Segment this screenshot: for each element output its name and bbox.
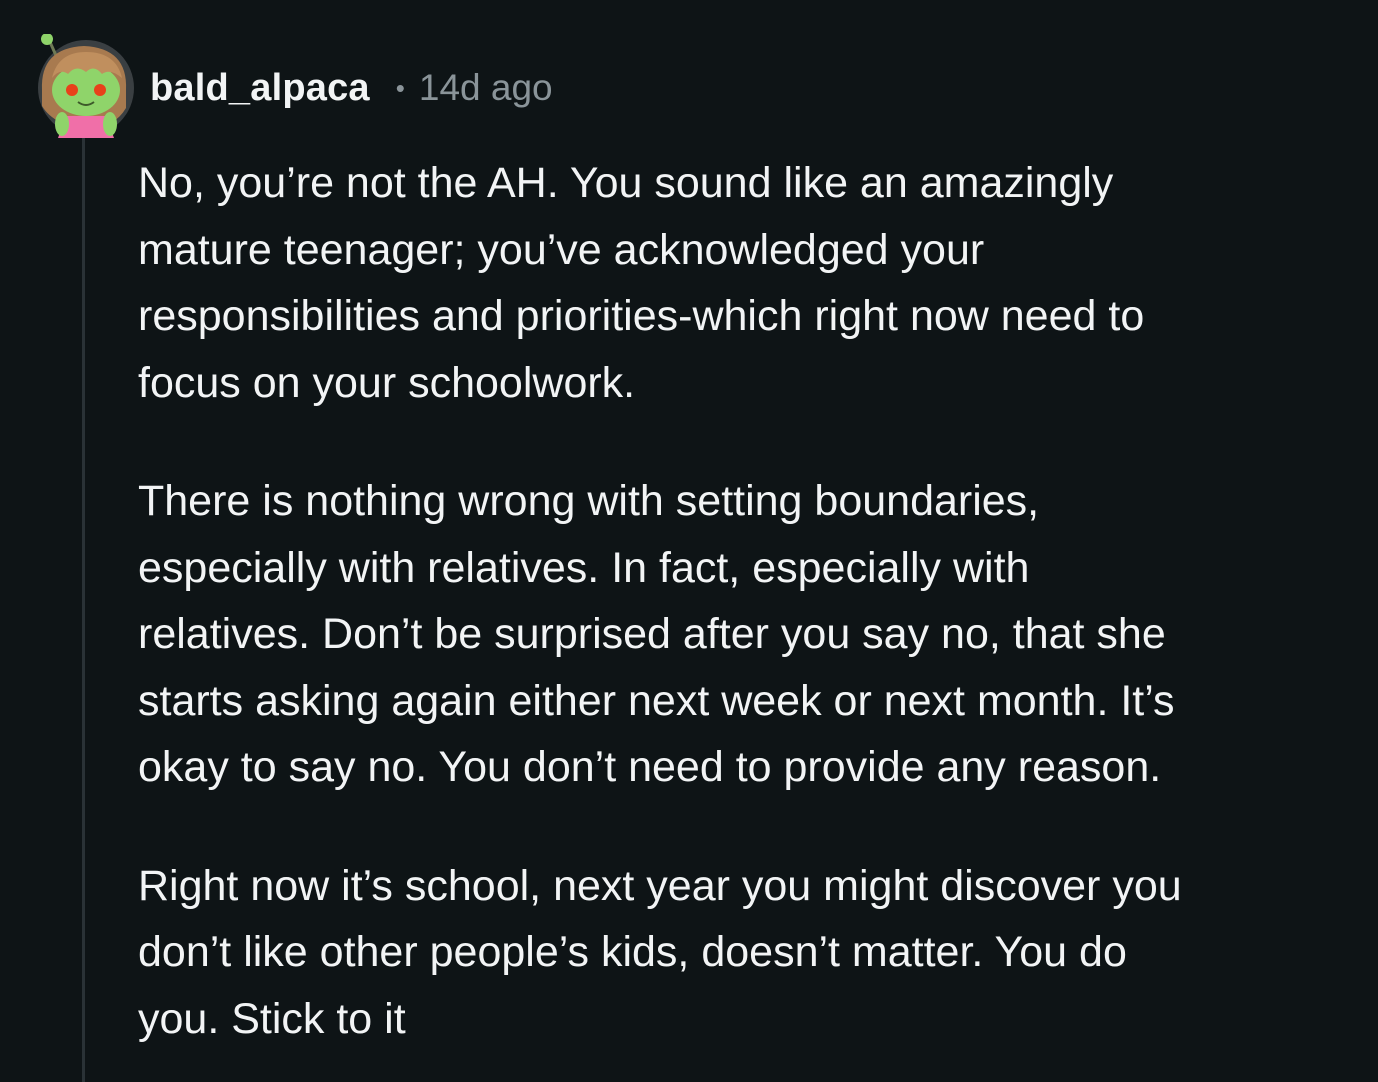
comment-paragraph: Right now it’s school, next year you mig… [138, 861, 1182, 1043]
snoo-avatar-icon [38, 33, 134, 138]
comment-paragraph: No, you’re not the AH. You sound like an… [138, 159, 1145, 407]
comment-body: No, you’re not the AH. You sound like an… [138, 150, 1360, 1052]
comment-header: bald_alpaca • 14d ago [150, 62, 553, 114]
comment: bald_alpaca • 14d ago No, you’re not the… [0, 0, 1378, 1082]
timestamp[interactable]: 14d ago [419, 67, 553, 109]
meta-separator: • [395, 72, 405, 103]
thread-line[interactable] [82, 136, 85, 1082]
comment-paragraph: There is nothing wrong with setting boun… [138, 477, 1175, 791]
username-link[interactable]: bald_alpaca [150, 67, 370, 110]
avatar[interactable] [32, 33, 136, 138]
